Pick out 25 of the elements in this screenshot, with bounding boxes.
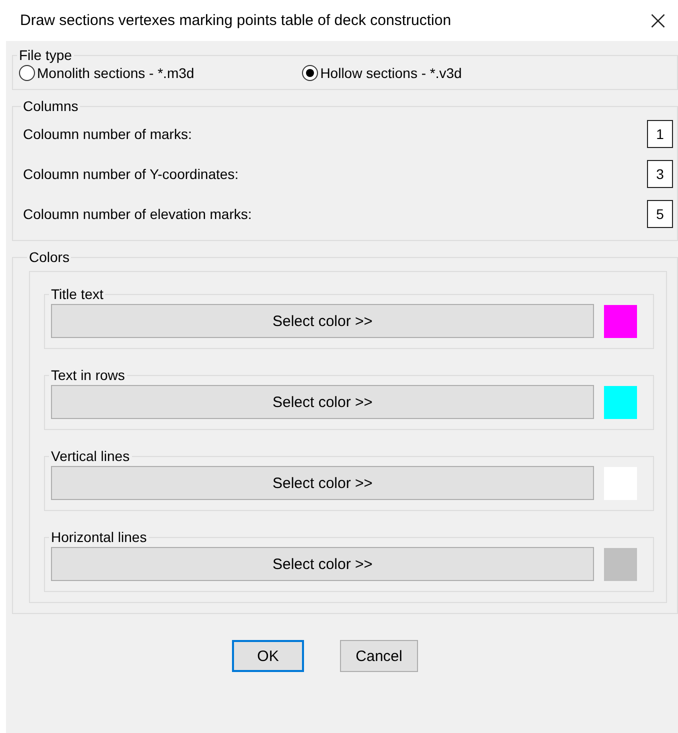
number-field[interactable]: 5 (647, 200, 673, 228)
group-label: File type (18, 47, 73, 63)
group-label: Text in rows (50, 367, 126, 383)
window-title: Draw sections vertexes marking points table of deck construction (20, 12, 452, 29)
group-label: Horizontal lines (50, 529, 148, 545)
select-color-button[interactable]: Select color >> (51, 466, 594, 500)
radio-button[interactable] (302, 65, 318, 81)
number-field[interactable]: 1 (647, 120, 673, 148)
select-color-button[interactable]: Select color >> (51, 547, 594, 581)
radio-label[interactable]: Hollow sections - *.v3d (320, 65, 462, 81)
group-label: Columns (22, 98, 80, 114)
number-field[interactable]: 3 (647, 160, 673, 188)
radio-label[interactable]: Monolith sections - *.m3d (37, 65, 194, 81)
field-label: Coloumn number of marks: (23, 126, 192, 142)
ok-button[interactable]: OK (232, 640, 304, 672)
group-label: Colors (28, 249, 70, 265)
select-color-button[interactable]: Select color >> (51, 385, 594, 419)
field-label: Coloumn number of Y-coordinates: (23, 166, 239, 182)
cancel-button[interactable]: Cancel (340, 640, 418, 672)
field-label: Coloumn number of elevation marks: (23, 206, 252, 222)
select-color-button[interactable]: Select color >> (51, 304, 594, 338)
radio-button[interactable] (19, 65, 35, 81)
group-label: Vertical lines (50, 448, 131, 464)
close-button[interactable]: × (638, 6, 678, 36)
group-label: Title text (50, 286, 104, 302)
